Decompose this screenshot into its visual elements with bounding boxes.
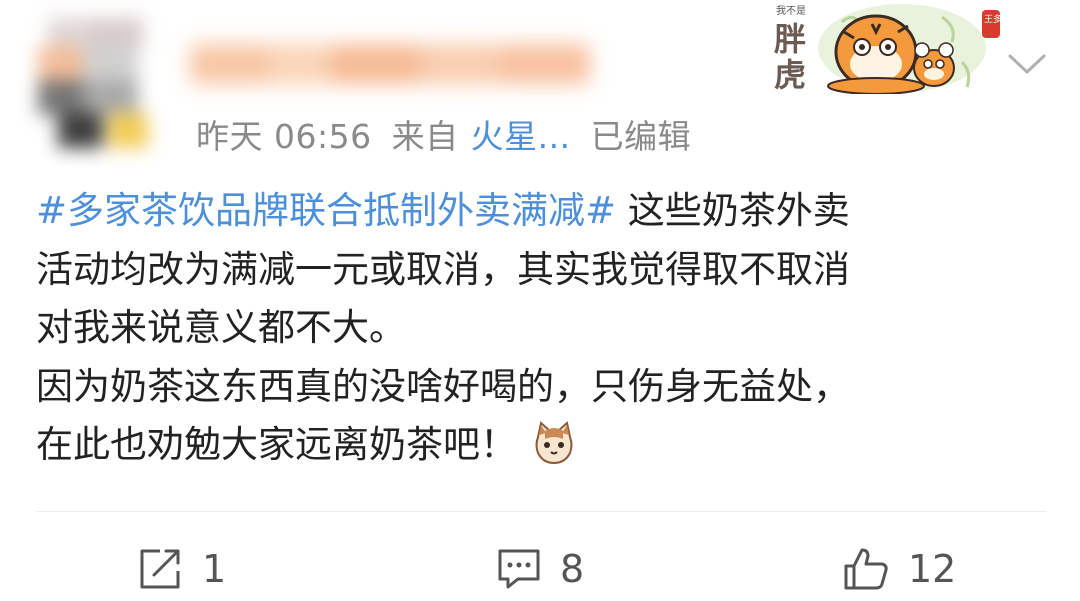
content-line-2: 活动均改为满减一元或取消，其实我觉得取不取消 [36,247,850,291]
cat-emoji-icon [533,420,575,465]
badge-label-2: 虎 [774,56,806,94]
share-icon [140,549,180,589]
badge-seal: 王多 [984,13,1002,25]
source-link[interactable]: 火星... [471,117,571,156]
topic-link[interactable]: #多家茶饮品牌联合抵制外卖满减# [36,189,616,232]
repost-count: 1 [202,547,227,591]
like-count: 12 [908,547,957,591]
comment-icon [498,549,540,589]
chevron-down-icon[interactable] [1006,50,1048,78]
like-button[interactable]: 12 [842,541,956,597]
badge-label-1: 胖 [774,20,806,58]
avatar[interactable] [28,18,168,150]
content-line-4: 因为奶茶这东西真的没啥好喝的，只伤身无益处， [36,364,850,408]
source-prefix: 来自 [391,117,459,156]
fat-tiger-badge-icon[interactable]: 我不是 胖 虎 王多 [772,2,1002,95]
content-line-1: #多家茶饮品牌联合抵制外卖满减# 这些奶茶外卖 [36,182,1046,241]
repost-button[interactable]: 1 [138,541,226,597]
thumbs-up-icon [844,548,888,590]
content-text-5: 在此也劝勉大家远离奶茶吧！ [36,423,517,466]
badge-small-text: 我不是 [776,5,806,17]
edited-label[interactable]: 已编辑 [591,117,692,156]
comment-button[interactable]: 8 [496,541,584,597]
content-line-3: 对我来说意义都不大。 [36,306,406,349]
divider [36,511,1046,512]
content-text-1: 这些奶茶外卖 [616,189,850,232]
content-line-5: 在此也劝勉大家远离奶茶吧！ [36,416,1046,475]
author-name[interactable] [190,40,630,92]
comment-count: 8 [560,547,585,591]
post-meta: 昨天 06:56 来自 火星... 已编辑 [196,110,711,158]
post-time: 昨天 06:56 [196,117,372,156]
post-content: #多家茶饮品牌联合抵制外卖满减# 这些奶茶外卖 活动均改为满减一元或取消，其实我… [36,182,1046,475]
